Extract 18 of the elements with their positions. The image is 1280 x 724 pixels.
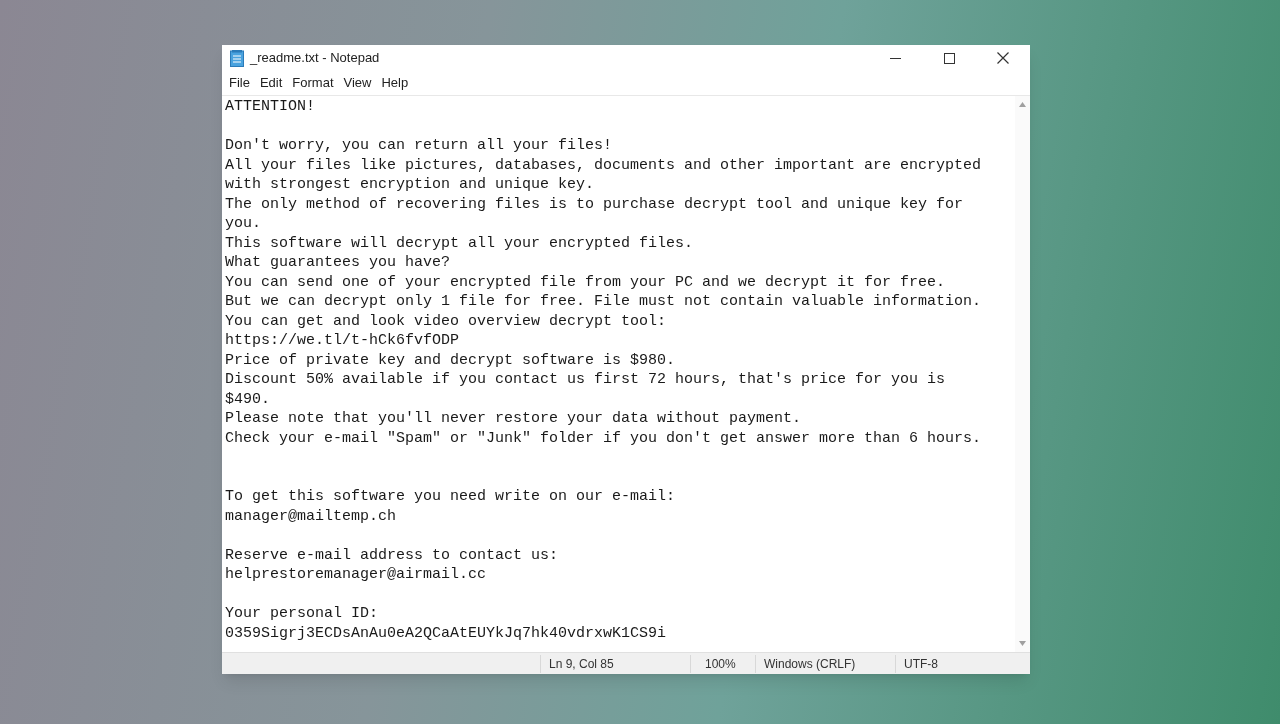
menu-item[interactable]: View xyxy=(338,72,377,94)
scroll-down-icon[interactable] xyxy=(1019,641,1026,646)
zoom-level: 100% xyxy=(690,654,755,673)
document-text: ATTENTION! Don't worry, you can return all your files! All your files like pictures, databases, documents and other important are encrypted with strongest encryption and unique key. The only method of recovering files is to purchase decrypt tool and unique key for you. This software will decrypt all your encrypted files. What guarantees you have? You can send one of your encrypted file from your PC and we decrypt it for free. But we can decrypt only 1 file for free. File must not contain valuable information. You can get and look video overview decrypt tool: https://we.tl/t-hCk6fvfODP Price of private key and decrypt software is $980. Discount 50% available if you contact us first 72 hours, that's price for you is $490. Please note that you'll never restore your data without payment. Check your e-mail "Spam" or "Junk" folder if you don't get answer more than 6 hours. To get this software you need write on our e-mail: manager@mailtemp.ch Reserve e-mail address to contact us: helprestoremanager@airmail.cc Your personal ID: 0359Sigrj3ECDsAnAu0eA2QCaAtEUYkJq7hk40vdrxwK1CS9i xyxy=(225,97,983,643)
maximize-icon xyxy=(943,52,955,64)
window-title: _readme.txt - Notepad xyxy=(250,49,380,68)
menu-item[interactable]: Help xyxy=(376,72,414,94)
menu-item[interactable]: Format xyxy=(287,72,339,94)
line-ending: Windows (CRLF) xyxy=(755,654,895,673)
scroll-up-icon[interactable] xyxy=(1019,102,1026,107)
menu-item[interactable]: Edit xyxy=(254,72,288,94)
minimize-icon xyxy=(889,57,901,59)
cursor-position: Ln 9, Col 85 xyxy=(540,654,690,673)
close-icon xyxy=(997,52,1009,64)
notepad-icon xyxy=(230,49,244,67)
scrollbar[interactable] xyxy=(1015,96,1030,652)
encoding: UTF-8 xyxy=(895,654,1030,673)
menu-item[interactable]: File xyxy=(224,72,255,94)
